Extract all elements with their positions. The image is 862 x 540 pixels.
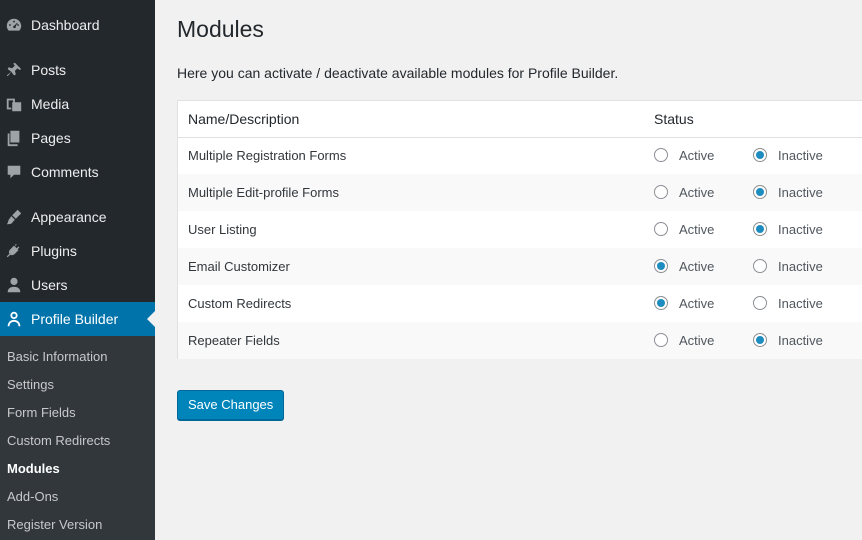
active-radio-label: Active xyxy=(679,296,715,311)
sidebar-item-dashboard[interactable]: Dashboard xyxy=(0,8,155,42)
inactive-radio-option[interactable]: Inactive xyxy=(753,258,823,274)
active-radio-label: Active xyxy=(679,333,715,348)
active-radio-label: Active xyxy=(679,148,715,163)
module-name: User Listing xyxy=(188,222,257,237)
profile-user-icon xyxy=(4,309,24,329)
sidebar-item-label: Dashboard xyxy=(31,17,100,33)
active-radio-button[interactable] xyxy=(654,295,668,310)
submenu-item-modules[interactable]: Modules xyxy=(7,459,60,479)
sidebar-item-users[interactable]: Users xyxy=(0,268,155,302)
inactive-radio-option[interactable]: Inactive xyxy=(753,295,823,311)
profile-builder-submenu: Basic Information Settings Form Fields C… xyxy=(0,336,155,540)
active-radio-option[interactable]: Active xyxy=(654,147,715,163)
sidebar-item-label: Users xyxy=(31,277,68,293)
submenu-item-basic-information[interactable]: Basic Information xyxy=(7,347,107,367)
admin-sidebar: Dashboard Posts Media Pages Comments App… xyxy=(0,0,155,540)
plug-icon xyxy=(4,241,24,261)
submenu-item-add-ons[interactable]: Add-Ons xyxy=(7,487,58,507)
active-radio-button[interactable] xyxy=(654,332,668,347)
active-radio-button[interactable] xyxy=(654,147,668,162)
inactive-radio-button[interactable] xyxy=(753,184,767,199)
current-menu-arrow xyxy=(147,311,155,327)
module-name: Custom Redirects xyxy=(188,296,292,311)
module-name: Multiple Edit-profile Forms xyxy=(188,185,339,200)
pages-icon xyxy=(4,128,24,148)
module-name: Repeater Fields xyxy=(188,333,280,348)
inactive-radio-option[interactable]: Inactive xyxy=(753,221,823,237)
inactive-radio-option[interactable]: Inactive xyxy=(753,184,823,200)
comment-bubble-icon xyxy=(4,162,24,182)
inactive-radio-button[interactable] xyxy=(753,147,767,162)
sidebar-item-posts[interactable]: Posts xyxy=(0,53,155,87)
inactive-radio-label: Inactive xyxy=(778,222,823,237)
sidebar-item-appearance[interactable]: Appearance xyxy=(0,200,155,234)
inactive-radio-option[interactable]: Inactive xyxy=(753,332,823,348)
table-row: User Listing Active Inactive xyxy=(178,211,862,248)
sidebar-item-label: Profile Builder xyxy=(31,311,119,327)
paintbrush-icon xyxy=(4,207,24,227)
dashboard-icon xyxy=(4,15,24,35)
active-radio-label: Active xyxy=(679,259,715,274)
active-radio-button[interactable] xyxy=(654,221,668,236)
sidebar-item-label: Posts xyxy=(31,62,67,78)
table-row: Multiple Edit-profile Forms Active Inactiv… xyxy=(178,174,862,211)
submenu-item-register-version[interactable]: Register Version xyxy=(7,515,102,535)
module-name: Email Customizer xyxy=(188,259,290,274)
active-radio-button[interactable] xyxy=(654,258,668,273)
module-name: Multiple Registration Forms xyxy=(188,148,347,163)
sidebar-item-label: Pages xyxy=(31,130,71,146)
active-radio-option[interactable]: Active xyxy=(654,295,715,311)
modules-table: Name/Description Status Multiple Registr… xyxy=(177,100,862,359)
submenu-item-settings[interactable]: Settings xyxy=(7,375,54,395)
submenu-item-form-fields[interactable]: Form Fields xyxy=(7,403,76,423)
page-title: Modules xyxy=(177,16,264,42)
active-radio-option[interactable]: Active xyxy=(654,221,715,237)
column-header-name: Name/Description xyxy=(188,111,300,127)
inactive-radio-button[interactable] xyxy=(753,258,767,273)
inactive-radio-button[interactable] xyxy=(753,221,767,236)
sidebar-item-plugins[interactable]: Plugins xyxy=(0,234,155,268)
inactive-radio-label: Inactive xyxy=(778,148,823,163)
submenu-item-custom-redirects[interactable]: Custom Redirects xyxy=(7,431,110,451)
inactive-radio-label: Inactive xyxy=(778,333,823,348)
sidebar-item-label: Appearance xyxy=(31,209,107,225)
inactive-radio-label: Inactive xyxy=(778,185,823,200)
table-row: Multiple Registration Forms Active Inactiv… xyxy=(178,137,862,174)
sidebar-item-profile-builder[interactable]: Profile Builder xyxy=(0,302,155,336)
users-icon xyxy=(4,275,24,295)
inactive-radio-button[interactable] xyxy=(753,332,767,347)
table-header: Name/Description Status xyxy=(178,101,862,138)
active-radio-button[interactable] xyxy=(654,184,668,199)
inactive-radio-label: Inactive xyxy=(778,259,823,274)
sidebar-item-comments[interactable]: Comments xyxy=(0,155,155,189)
pushpin-icon xyxy=(4,60,24,80)
table-row: Email Customizer Active Inactive xyxy=(178,248,862,285)
active-radio-label: Active xyxy=(679,185,715,200)
inactive-radio-button[interactable] xyxy=(753,295,767,310)
page-description: Here you can activate / deactivate avail… xyxy=(177,65,619,81)
active-radio-option[interactable]: Active xyxy=(654,184,715,200)
media-icon xyxy=(4,94,24,114)
active-radio-label: Active xyxy=(679,222,715,237)
table-row: Custom Redirects Active Inactive xyxy=(178,285,862,322)
inactive-radio-label: Inactive xyxy=(778,296,823,311)
column-header-status: Status xyxy=(654,111,694,127)
active-radio-option[interactable]: Active xyxy=(654,332,715,348)
sidebar-item-pages[interactable]: Pages xyxy=(0,121,155,155)
table-row: Repeater Fields Active Inactive xyxy=(178,322,862,359)
sidebar-item-label: Comments xyxy=(31,164,99,180)
sidebar-item-label: Plugins xyxy=(31,243,77,259)
inactive-radio-option[interactable]: Inactive xyxy=(753,147,823,163)
active-radio-option[interactable]: Active xyxy=(654,258,715,274)
sidebar-item-label: Media xyxy=(31,96,70,112)
sidebar-item-media[interactable]: Media xyxy=(0,87,155,121)
save-changes-button[interactable]: Save Changes xyxy=(177,390,285,420)
